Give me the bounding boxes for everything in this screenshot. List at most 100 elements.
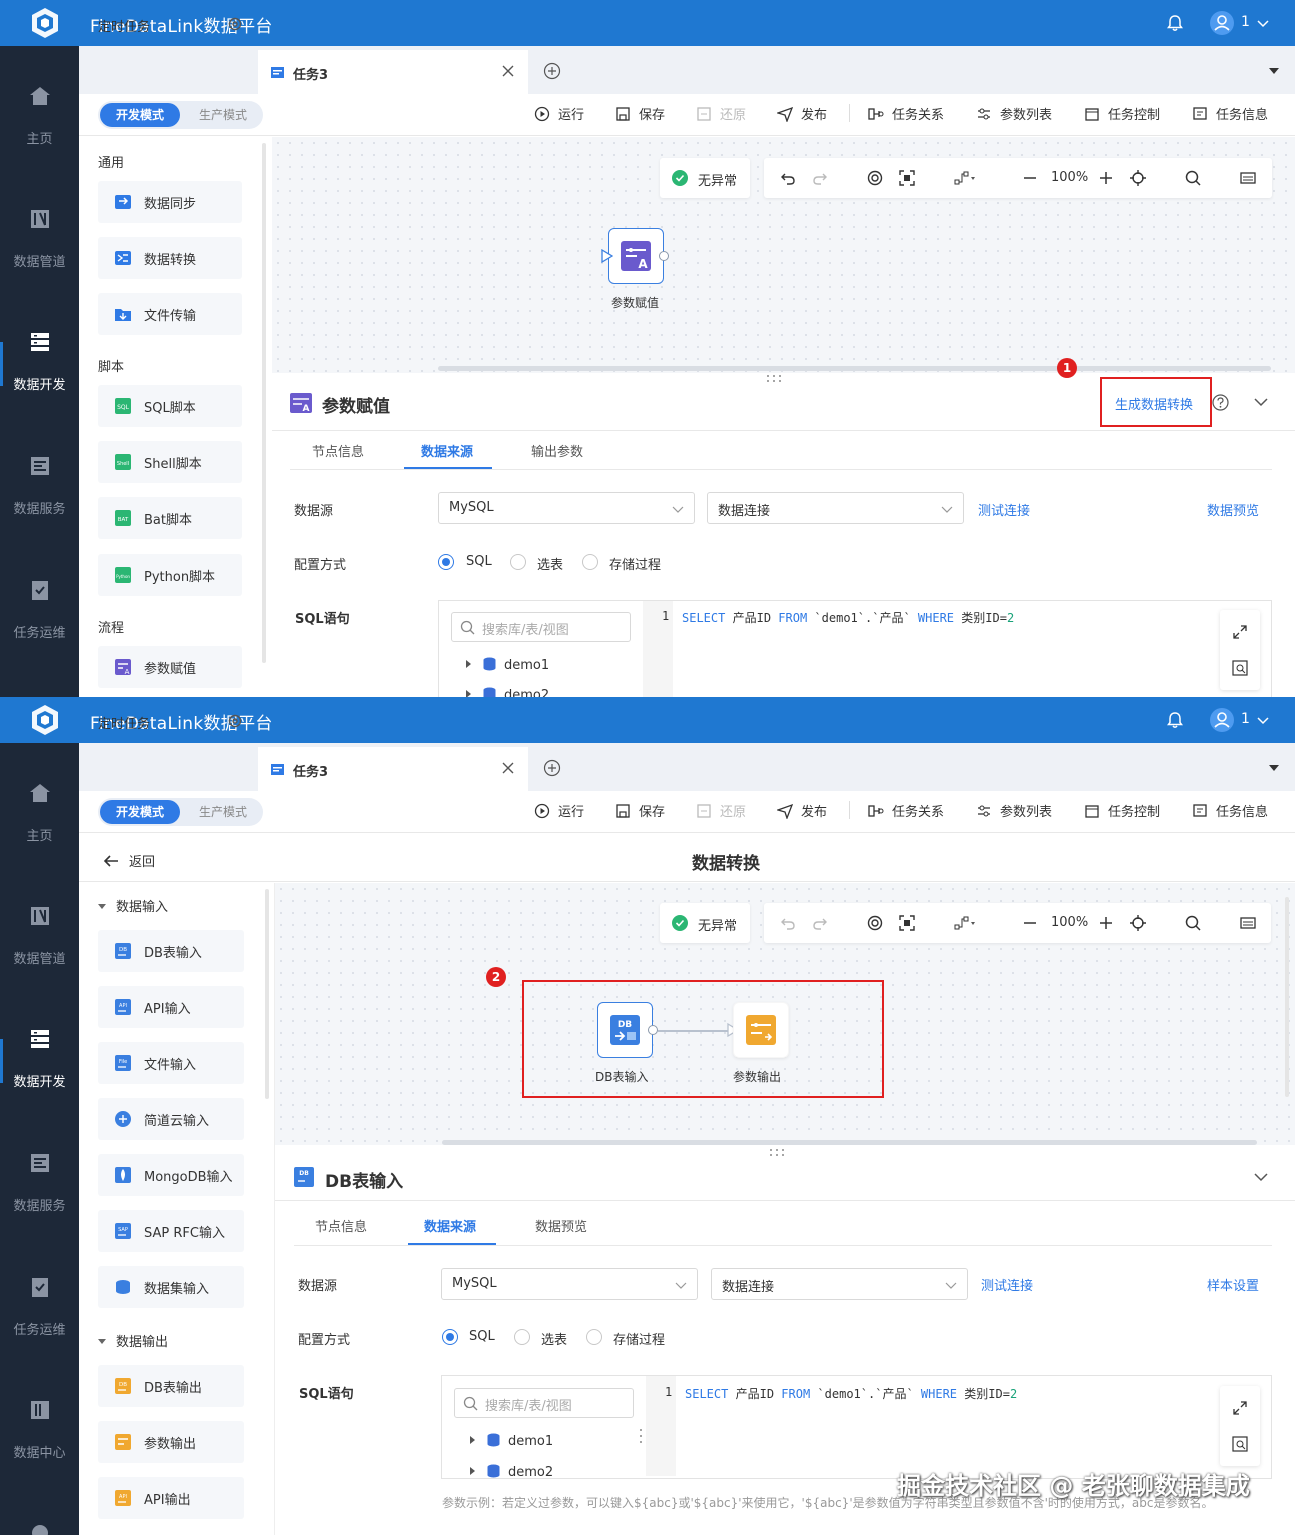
- restore-button[interactable]: 还原: [696, 104, 746, 124]
- task-info-button[interactable]: 任务信息: [1192, 104, 1268, 124]
- tab-scheduled-tasks[interactable]: 定时任务: [98, 713, 150, 732]
- datasource-select[interactable]: MySQL: [438, 492, 695, 524]
- gear-icon[interactable]: [227, 16, 243, 32]
- param-list-button[interactable]: 参数列表: [976, 104, 1052, 124]
- target-run-icon[interactable]: [867, 915, 883, 931]
- close-icon[interactable]: [501, 761, 515, 775]
- nav-item-ops[interactable]: 任务运维: [0, 540, 79, 641]
- radio-procedure[interactable]: [582, 554, 598, 570]
- close-icon[interactable]: [501, 64, 515, 78]
- canvas-v-scrollbar[interactable]: [1285, 897, 1289, 1097]
- save-button[interactable]: 保存: [615, 801, 665, 821]
- locate-icon[interactable]: [1130, 170, 1146, 186]
- input-port-icon[interactable]: [601, 249, 613, 263]
- nav-item-ops[interactable]: 任务运维: [0, 1237, 79, 1338]
- palette-item-db-input[interactable]: DB DB表输入: [98, 930, 244, 972]
- task-relation-button[interactable]: 任务关系: [868, 104, 944, 124]
- node-param-assign[interactable]: A: [608, 228, 664, 284]
- table-search-input[interactable]: 搜索库/表/视图: [451, 612, 631, 642]
- fit-view-icon[interactable]: [899, 915, 915, 931]
- task-control-button[interactable]: 任务控制: [1084, 104, 1160, 124]
- run-button[interactable]: 运行: [534, 801, 584, 821]
- node-db-input[interactable]: DB: [597, 1002, 653, 1058]
- add-tab-icon[interactable]: [543, 62, 561, 80]
- search-icon[interactable]: [1185, 170, 1201, 186]
- table-search-input[interactable]: 搜索库/表/视图: [454, 1388, 634, 1418]
- connection-select[interactable]: 数据连接: [707, 492, 964, 524]
- nav-item-pipeline[interactable]: 数据管道: [0, 866, 79, 967]
- connection-select[interactable]: 数据连接: [711, 1268, 968, 1300]
- sql-code-line[interactable]: SELECT 产品ID FROM `demo1`.`产品` WHERE 类别ID…: [685, 1385, 1017, 1402]
- sql-code-line[interactable]: SELECT 产品ID FROM `demo1`.`产品` WHERE 类别ID…: [682, 609, 1014, 626]
- redo-icon[interactable]: [812, 170, 828, 186]
- palette-item-file-transfer[interactable]: 文件传输: [98, 293, 242, 335]
- tab-menu-caret-icon[interactable]: [1268, 66, 1280, 76]
- canvas-h-scrollbar[interactable]: [438, 366, 1271, 371]
- palette-item-python-script[interactable]: Python Python脚本: [98, 554, 242, 596]
- nav-item-dev[interactable]: 数据开发: [0, 292, 79, 393]
- tab-menu-caret-icon[interactable]: [1268, 763, 1280, 773]
- undo-icon[interactable]: [780, 915, 796, 931]
- prod-mode-button[interactable]: 生产模式: [188, 103, 258, 127]
- tab-task3[interactable]: 任务3: [258, 50, 528, 94]
- chevron-down-icon[interactable]: [1256, 16, 1270, 30]
- minimap-icon[interactable]: [1240, 170, 1256, 186]
- tab-node-info[interactable]: 节点信息: [315, 1216, 367, 1235]
- datasource-select[interactable]: MySQL: [441, 1268, 698, 1300]
- node-param-output[interactable]: [733, 1002, 789, 1058]
- tree-node-demo2[interactable]: demo2: [470, 1464, 553, 1480]
- help-icon[interactable]: [1212, 394, 1229, 411]
- palette-item-bat-script[interactable]: BAT Bat脚本: [98, 497, 242, 539]
- tree-node-demo2[interactable]: demo2: [466, 687, 549, 697]
- publish-button[interactable]: 发布: [777, 801, 827, 821]
- tab-data-source[interactable]: 数据来源: [424, 1216, 476, 1235]
- radio-select-table[interactable]: [510, 554, 526, 570]
- target-run-icon[interactable]: [867, 170, 883, 186]
- palette-item-file-input[interactable]: File 文件输入: [98, 1042, 244, 1084]
- user-avatar[interactable]: [1210, 11, 1234, 35]
- nav-item-home[interactable]: 主页: [0, 743, 79, 844]
- minimap-icon[interactable]: [1240, 915, 1256, 931]
- palette-item-db-output[interactable]: DB DB表输出: [98, 1365, 244, 1407]
- mode-switch[interactable]: 开发模式 生产模式: [98, 798, 263, 826]
- task-relation-button[interactable]: 任务关系: [868, 801, 944, 821]
- chevron-down-icon[interactable]: [1256, 713, 1270, 727]
- collapse-chevron-icon[interactable]: [1254, 1171, 1268, 1183]
- canvas-h-scrollbar[interactable]: [442, 1140, 1257, 1145]
- nav-item-service[interactable]: 数据服务: [0, 416, 79, 517]
- run-button[interactable]: 运行: [534, 104, 584, 124]
- settings-icon[interactable]: [28, 1521, 52, 1535]
- tab-node-info[interactable]: 节点信息: [312, 441, 364, 460]
- nav-item-home[interactable]: 主页: [0, 46, 79, 147]
- nav-item-dev[interactable]: 数据开发: [0, 989, 79, 1090]
- tree-node-demo1[interactable]: demo1: [466, 657, 549, 673]
- palette-item-api-input[interactable]: API API输入: [98, 986, 244, 1028]
- data-preview-link[interactable]: 数据预览: [1207, 500, 1259, 519]
- zoom-in-icon[interactable]: [1098, 915, 1114, 931]
- locate-icon[interactable]: [1130, 915, 1146, 931]
- drag-handle-icon[interactable]: [765, 373, 783, 383]
- format-code-icon[interactable]: [1232, 1436, 1248, 1452]
- search-icon[interactable]: [1185, 915, 1201, 931]
- radio-select-table[interactable]: [514, 1329, 530, 1345]
- zoom-in-icon[interactable]: [1098, 170, 1114, 186]
- dev-mode-button[interactable]: 开发模式: [100, 103, 180, 127]
- zoom-out-icon[interactable]: [1022, 170, 1038, 186]
- dev-mode-button[interactable]: 开发模式: [100, 800, 180, 824]
- radio-sql[interactable]: [438, 554, 454, 570]
- expand-icon[interactable]: [1232, 1400, 1248, 1416]
- add-tab-icon[interactable]: [543, 759, 561, 777]
- drag-handle-icon[interactable]: [768, 1147, 786, 1157]
- test-connection-link[interactable]: 测试连接: [981, 1275, 1033, 1294]
- palette-scrollbar[interactable]: [265, 889, 269, 1099]
- tab-output-params[interactable]: 输出参数: [531, 441, 583, 460]
- tab-scheduled-tasks[interactable]: 定时任务: [98, 16, 150, 35]
- palette-scrollbar[interactable]: [262, 143, 266, 663]
- palette-item-sql-script[interactable]: SQL SQL脚本: [98, 385, 242, 427]
- fit-view-icon[interactable]: [899, 170, 915, 186]
- mode-switch[interactable]: 开发模式 生产模式: [98, 101, 263, 129]
- sample-settings-link[interactable]: 样本设置: [1207, 1275, 1259, 1294]
- notification-bell-icon[interactable]: [1165, 13, 1185, 33]
- tab-data-source[interactable]: 数据来源: [421, 441, 473, 460]
- prod-mode-button[interactable]: 生产模式: [188, 800, 258, 824]
